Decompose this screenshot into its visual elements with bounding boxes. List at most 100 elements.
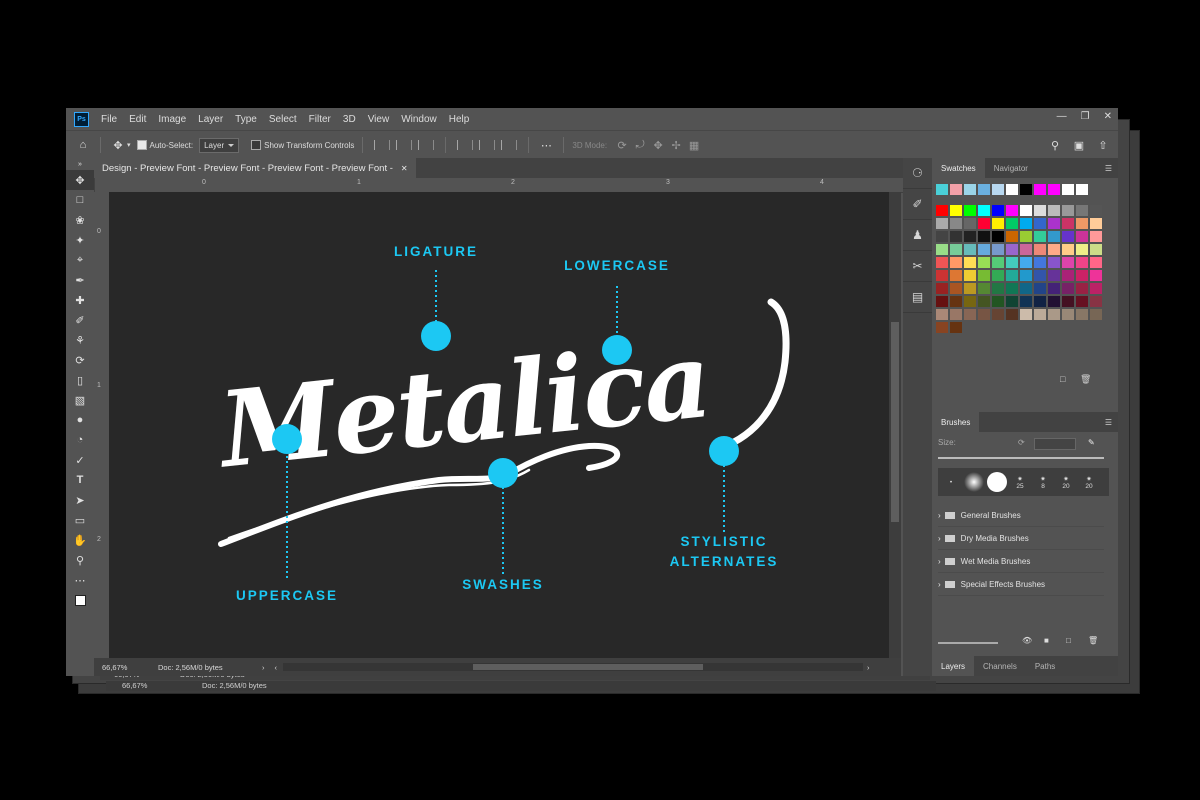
chevron-right-icon[interactable]: ›	[938, 511, 941, 520]
menu-select[interactable]: Select	[263, 114, 303, 125]
color-swatch[interactable]	[1034, 309, 1046, 320]
color-swatch[interactable]	[1048, 184, 1060, 195]
tab-close-icon[interactable]: ✕	[401, 164, 408, 173]
brush-preset-tiny[interactable]: •	[941, 479, 961, 486]
align-right-icon[interactable]	[418, 140, 435, 150]
color-swatch[interactable]	[964, 257, 976, 268]
color-swatch[interactable]	[936, 244, 948, 255]
color-swatch[interactable]	[978, 283, 990, 294]
color-swatch[interactable]	[1076, 257, 1088, 268]
color-swatch[interactable]	[1090, 283, 1102, 294]
color-swatch[interactable]	[1020, 270, 1032, 281]
color-swatch[interactable]	[936, 231, 948, 242]
menu-filter[interactable]: Filter	[303, 114, 337, 125]
brush-preset-hard[interactable]	[987, 472, 1007, 492]
color-swatch[interactable]	[1006, 270, 1018, 281]
color-swatch[interactable]	[964, 184, 976, 195]
3d-rotate-icon[interactable]: ⟳	[613, 139, 631, 152]
tab-layers[interactable]: Layers	[932, 656, 975, 676]
color-swatch[interactable]	[1034, 257, 1046, 268]
share-icon[interactable]: ⇧	[1094, 139, 1112, 152]
color-swatch[interactable]	[992, 296, 1004, 307]
color-swatch[interactable]	[1048, 218, 1060, 229]
brush-preset-soft[interactable]	[964, 472, 984, 492]
color-swatch[interactable]	[936, 257, 948, 268]
color-swatch[interactable]	[1076, 244, 1088, 255]
color-swatch[interactable]	[1048, 296, 1060, 307]
panel-menu-icon[interactable]: ☰	[1105, 164, 1112, 173]
color-swatch[interactable]	[964, 218, 976, 229]
3d-slide-icon[interactable]: ✢	[667, 139, 685, 152]
color-swatch[interactable]	[1062, 309, 1074, 320]
show-transform-checkbox[interactable]	[251, 140, 262, 150]
3d-scale-icon[interactable]: ▦	[685, 139, 703, 152]
scroll-thumb[interactable]	[891, 322, 899, 522]
menu-edit[interactable]: Edit	[123, 114, 152, 125]
color-swatch[interactable]	[992, 270, 1004, 281]
chevron-right-icon[interactable]: ›	[938, 534, 941, 543]
color-swatch[interactable]	[1076, 218, 1088, 229]
new-brush-icon[interactable]: □	[1066, 636, 1071, 645]
home-icon[interactable]: ⌂	[74, 139, 92, 151]
dodge-tool-icon[interactable]: ◔	[66, 430, 94, 450]
3d-roll-icon[interactable]: ⤾	[631, 139, 649, 152]
menu-3d[interactable]: 3D	[337, 114, 362, 125]
align-center-icon[interactable]	[396, 140, 413, 150]
color-swatch[interactable]	[1062, 283, 1074, 294]
zoom-tool-icon[interactable]: ⚲	[66, 550, 94, 570]
color-swatch[interactable]	[936, 184, 948, 195]
color-swatch[interactable]	[992, 184, 1004, 195]
magic-wand-tool-icon[interactable]: ✦	[66, 230, 94, 250]
blur-tool-icon[interactable]: ●	[66, 410, 94, 430]
history-brush-tool-icon[interactable]: ⟳	[66, 350, 94, 370]
eraser-tool-icon[interactable]: ▯	[66, 370, 94, 390]
canvas-workspace[interactable]: Metalica LIGATURE LOWERCASE UPPERCASE SW…	[109, 192, 889, 658]
color-swatch[interactable]	[964, 309, 976, 320]
color-swatch[interactable]	[1076, 205, 1088, 216]
color-swatch[interactable]	[1048, 231, 1060, 242]
delete-swatch-icon[interactable]: 🗑	[1080, 374, 1091, 385]
color-swatch[interactable]	[978, 296, 990, 307]
color-swatch[interactable]	[978, 257, 990, 268]
minimize-icon[interactable]: —	[1057, 111, 1067, 122]
color-swatch[interactable]	[1076, 283, 1088, 294]
color-swatch[interactable]	[1090, 205, 1102, 216]
color-swatch[interactable]	[950, 257, 962, 268]
color-swatch[interactable]	[936, 322, 948, 333]
color-swatch[interactable]	[1076, 270, 1088, 281]
chevron-down-icon[interactable]: ▾	[127, 141, 131, 149]
brush-folder-wet[interactable]: › Wet Media Brushes	[938, 550, 1104, 573]
close-icon[interactable]: ✕	[1104, 111, 1112, 122]
align-top-icon[interactable]	[457, 140, 474, 150]
3d-pan-icon[interactable]: ✥	[649, 139, 667, 152]
more-tools-icon[interactable]: ⋯	[66, 570, 94, 590]
brush-preset-8[interactable]: ✷ 8	[1033, 475, 1053, 490]
visibility-icon[interactable]: 👁	[1022, 636, 1032, 645]
color-swatch[interactable]	[1062, 257, 1074, 268]
color-swatch[interactable]	[950, 296, 962, 307]
color-swatch[interactable]	[1020, 309, 1032, 320]
hscroll-thumb[interactable]	[473, 664, 703, 670]
color-swatch[interactable]	[1034, 231, 1046, 242]
color-swatch[interactable]	[950, 309, 962, 320]
color-swatch[interactable]	[978, 309, 990, 320]
color-swatch[interactable]	[950, 283, 962, 294]
move-icon[interactable]: ✥	[109, 139, 127, 152]
color-swatch[interactable]	[992, 205, 1004, 216]
zoom-level[interactable]: 66,67%	[102, 663, 158, 672]
color-swatch[interactable]	[992, 218, 1004, 229]
color-swatch[interactable]	[1020, 231, 1032, 242]
type-tool-icon[interactable]: T	[66, 470, 94, 490]
color-swatch[interactable]	[978, 244, 990, 255]
color-swatch[interactable]	[1020, 283, 1032, 294]
color-swatch[interactable]	[950, 218, 962, 229]
color-swatch[interactable]	[1006, 296, 1018, 307]
color-swatch[interactable]	[964, 205, 976, 216]
color-swatch[interactable]	[1048, 205, 1060, 216]
color-swatch[interactable]	[950, 231, 962, 242]
crop-tool-icon[interactable]: ⌖	[66, 250, 94, 270]
color-swatch[interactable]	[1090, 244, 1102, 255]
color-swatch[interactable]	[1062, 296, 1074, 307]
history-panel-icon[interactable]: ⚆	[903, 158, 932, 189]
brush-size-input[interactable]	[1034, 438, 1076, 450]
